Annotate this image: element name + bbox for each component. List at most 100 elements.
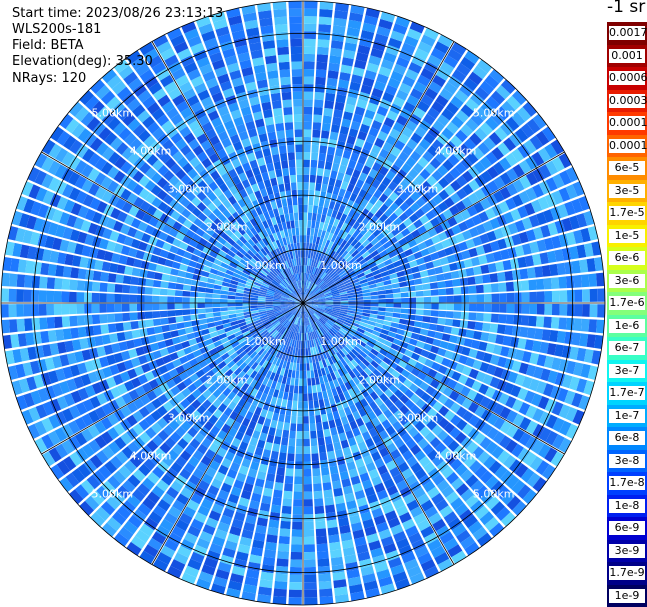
ppi-cell (317, 160, 325, 169)
ppi-cell (303, 378, 307, 387)
ppi-cell (400, 292, 409, 298)
ppi-cell (468, 285, 477, 294)
ppi-cell (393, 303, 402, 308)
ppi-cell (476, 294, 485, 303)
ppi-cell (107, 313, 116, 323)
ppi-cell (534, 266, 544, 278)
ppi-cell (330, 549, 343, 559)
ppi-cell (327, 526, 339, 536)
elevation-label: Elevation(deg): (12, 54, 112, 69)
ppi-cell (1, 304, 9, 318)
ppi-cell (290, 559, 302, 568)
field-label: Field: (12, 38, 47, 53)
ppi-cell (278, 452, 287, 461)
range-ring-label: 3.00km (168, 183, 210, 196)
ppi-cell (288, 589, 302, 598)
ppi-cell (495, 334, 505, 345)
ppi-cell (159, 310, 168, 318)
ppi-cell (308, 393, 313, 401)
ppi-cell (293, 205, 298, 213)
ppi-cell (167, 303, 175, 310)
ppi-cell (284, 114, 293, 123)
ppi-cell (284, 122, 294, 131)
ppi-cell (280, 444, 288, 454)
ppi-cell (293, 114, 303, 122)
ppi-cell (278, 145, 287, 154)
ppi-cell (474, 321, 484, 331)
ppi-cell (152, 303, 160, 311)
ppi-cell (295, 144, 303, 153)
ppi-cell (319, 596, 334, 605)
range-ring-label: 2.00km (206, 373, 248, 386)
ppi-cell (291, 408, 297, 417)
ppi-cell (279, 69, 291, 78)
ppi-cell (250, 300, 258, 303)
ppi-cell (304, 23, 317, 32)
ppi-cell (303, 61, 315, 70)
ppi-cell (318, 444, 326, 454)
ppi-cell (504, 325, 514, 336)
ppi-cell (318, 152, 326, 162)
ppi-cell (288, 159, 296, 168)
ppi-cell (370, 299, 379, 303)
ppi-cell (287, 152, 295, 161)
ppi-cell (296, 438, 303, 447)
ppi-cell (319, 588, 333, 597)
ppi-cell (300, 250, 303, 258)
ppi-cell (293, 385, 299, 394)
ppi-cell (519, 326, 529, 338)
ppi-cell (303, 91, 314, 100)
ppi-cell (330, 40, 344, 50)
ppi-cell (307, 212, 313, 221)
ppi-cell (310, 438, 318, 447)
ppi-cell (490, 283, 499, 293)
ppi-cell (408, 291, 417, 297)
ppi-cell (535, 278, 545, 290)
colorbar-swatch: 0.0006 (607, 67, 647, 90)
ppi-cell (280, 520, 291, 530)
ppi-cell (53, 291, 62, 302)
ppi-cell (499, 293, 507, 303)
ppi-cell (438, 288, 447, 296)
ppi-cell (204, 303, 213, 308)
ppi-cell (271, 100, 282, 109)
ppi-cell (288, 597, 302, 605)
ppi-cell (61, 303, 70, 315)
ppi-cell (205, 308, 213, 313)
ppi-cell (303, 363, 307, 371)
ppi-cell (290, 46, 302, 55)
ppi-cell (291, 544, 302, 553)
ppi-cell (294, 129, 303, 138)
ppi-cell (289, 574, 302, 583)
ppi-cell (476, 303, 485, 312)
ppi-cell (270, 92, 281, 102)
colorbar-swatch: 1e-8 (607, 494, 647, 517)
ppi-cell (167, 289, 176, 296)
ppi-cell (282, 167, 290, 177)
ppi-cell (299, 219, 303, 228)
ppi-cell (167, 282, 177, 290)
colorbar-label: 3e-7 (609, 363, 645, 378)
ppi-cell (431, 296, 439, 303)
ppi-cell (498, 282, 507, 292)
ppi-cell (291, 53, 302, 62)
range-ring-label: 2.00km (206, 221, 248, 234)
ppi-cell (489, 273, 499, 283)
ppi-cell (122, 321, 132, 331)
ppi-cell (297, 189, 303, 198)
ppi-cell (303, 219, 307, 228)
ppi-cell (289, 23, 302, 32)
ppi-cell (296, 423, 303, 432)
ppi-cell (582, 304, 590, 317)
ppi-cell (589, 288, 598, 302)
ppi-cell (401, 303, 409, 309)
ppi-cell (304, 544, 315, 553)
ppi-cell (174, 309, 183, 316)
ppi-cell (284, 483, 293, 492)
ppi-cell (289, 430, 296, 439)
ppi-cell (311, 445, 319, 454)
range-ring-label: 1.00km (244, 259, 286, 272)
ppi-cell (445, 311, 454, 319)
ppi-cell (144, 287, 153, 295)
ppi-cell (261, 495, 272, 505)
